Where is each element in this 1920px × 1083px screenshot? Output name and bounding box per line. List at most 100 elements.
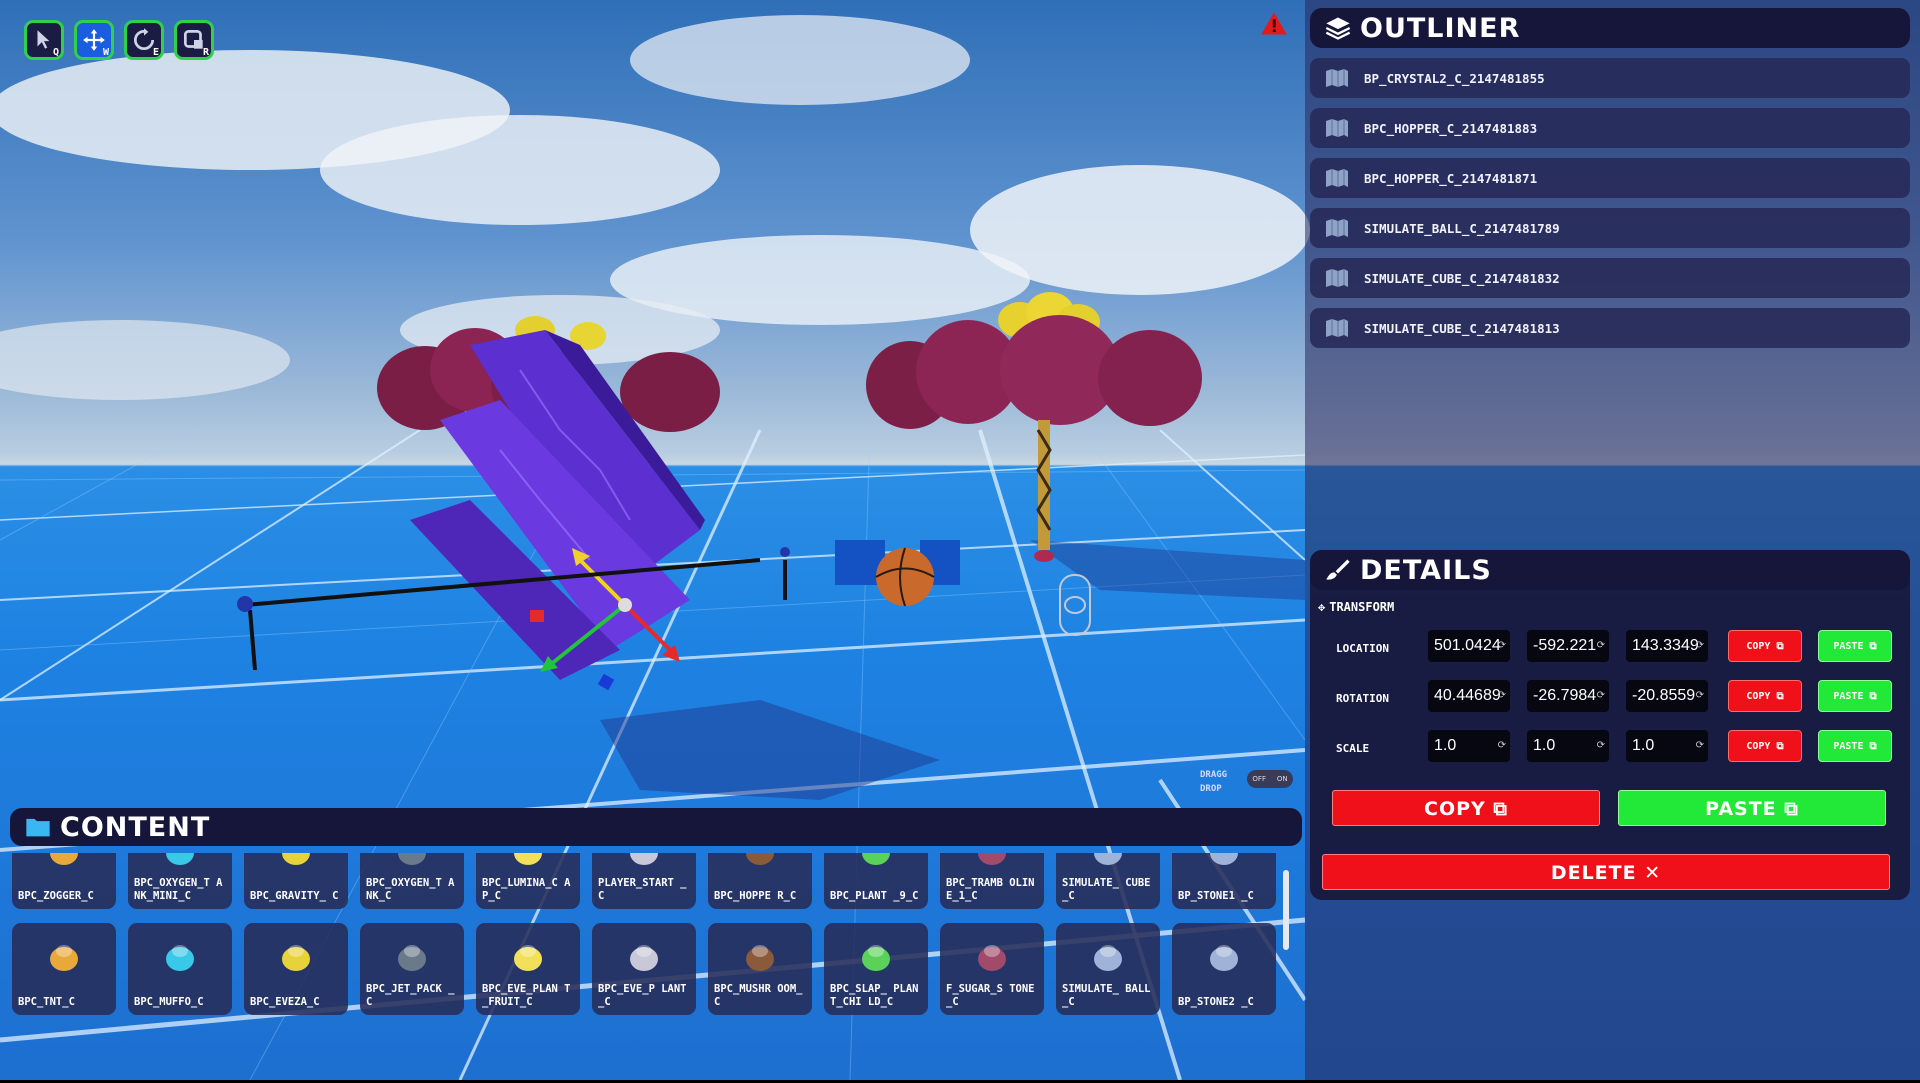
content-tile[interactable]: BPC_MUSHR OOM_C: [708, 923, 812, 1015]
rotation-z-field[interactable]: -20.8559 ⟳: [1626, 680, 1708, 712]
transform-section-label: TRANSFORM: [1329, 600, 1395, 614]
drag-value-icon: ⟳: [1695, 640, 1704, 651]
content-tile-label: BPC_OXYGEN_T ANK_C: [366, 877, 455, 902]
location-z-field[interactable]: 143.3349 ⟳: [1626, 630, 1708, 662]
asset-thumbnail-icon: [854, 933, 898, 977]
paste-transform-button[interactable]: PASTE ⧉: [1618, 790, 1886, 826]
asset-thumbnail-icon: [1086, 933, 1130, 977]
scale-y-field[interactable]: 1.0 ⟳: [1527, 730, 1609, 762]
select-tool-button[interactable]: Q: [24, 20, 64, 60]
player-start-marker[interactable]: [1059, 574, 1091, 636]
field-value: 1.0: [1533, 737, 1556, 754]
content-tile[interactable]: BPC_SLAP_ PLANT_CHI LD_C: [824, 923, 928, 1015]
asset-thumbnail-icon: [1202, 853, 1246, 871]
content-tile[interactable]: BPC_HOPPE R_C: [708, 853, 812, 909]
outliner-item-label: SIMULATE_CUBE_C_2147481813: [1364, 320, 1560, 336]
content-tile[interactable]: BPC_TRAMB OLINE_1_C: [940, 853, 1044, 909]
content-tile[interactable]: BPC_EVE_PLAN T_FRUIT_C: [476, 923, 580, 1015]
content-tile[interactable]: BPC_TNT_C: [12, 923, 116, 1015]
content-tile[interactable]: BPC_EVE_P LANT_C: [592, 923, 696, 1015]
button-label: PASTE: [1833, 641, 1864, 652]
drag-value-icon: ⟳: [1497, 640, 1506, 651]
scale-copy-button[interactable]: COPY ⧉: [1728, 730, 1802, 762]
move-tool-button[interactable]: W: [74, 20, 114, 60]
content-tile[interactable]: F_SUGAR_S TONE_C: [940, 923, 1044, 1015]
rotation-y-field[interactable]: -26.7984 ⟳: [1527, 680, 1609, 712]
outliner-item[interactable]: SIMULATE_BALL_C_2147481789: [1310, 208, 1910, 248]
field-value: -20.8559: [1632, 687, 1696, 704]
simulate-ball[interactable]: [876, 548, 934, 606]
asset-thumbnail-icon: [970, 853, 1014, 871]
content-tile[interactable]: BPC_LUMINA_C AP_C: [476, 853, 580, 909]
content-tile[interactable]: BPC_GRAVITY_ C: [244, 853, 348, 909]
details-header: DETAILS: [1310, 550, 1910, 590]
button-label: PASTE: [1833, 741, 1864, 752]
location-paste-button[interactable]: PASTE ⧉: [1818, 630, 1892, 662]
asset-thumbnail-icon: [42, 853, 86, 871]
outliner-item[interactable]: BPC_HOPPER_C_2147481871: [1310, 158, 1910, 198]
drag-value-icon: ⟳: [1695, 740, 1704, 751]
rotation-x-field[interactable]: 40.44689 ⟳: [1428, 680, 1510, 712]
asset-thumbnail-icon: [854, 853, 898, 871]
asset-thumbnail-icon: [622, 933, 666, 977]
tool-shortcut-key: R: [202, 47, 209, 58]
field-value: 40.44689: [1434, 687, 1501, 704]
location-copy-button[interactable]: COPY ⧉: [1728, 630, 1802, 662]
location-y-field[interactable]: -592.221 ⟳: [1527, 630, 1609, 662]
details-title: DETAILS: [1360, 554, 1492, 586]
rotation-paste-button[interactable]: PASTE ⧉: [1818, 680, 1892, 712]
outliner-header: OUTLINER: [1310, 8, 1910, 48]
rotation-copy-button[interactable]: COPY ⧉: [1728, 680, 1802, 712]
actor-blueprint-icon: [1326, 69, 1348, 87]
content-tile-label: BPC_LUMINA_C AP_C: [482, 877, 571, 902]
copy-transform-button[interactable]: COPY ⧉: [1332, 790, 1600, 826]
content-tile-label: SIMULATE_ CUBE_C: [1062, 877, 1151, 902]
content-tile[interactable]: SIMULATE_ BALL_C: [1056, 923, 1160, 1015]
outliner-item[interactable]: SIMULATE_CUBE_C_2147481832: [1310, 258, 1910, 298]
button-label: COPY: [1746, 641, 1771, 652]
content-tile[interactable]: BP_STONE2 _C: [1172, 923, 1276, 1015]
scale-tool-button[interactable]: R: [174, 20, 214, 60]
scale-z-field[interactable]: 1.0 ⟳: [1626, 730, 1708, 762]
content-tile-label: BPC_MUSHR OOM_C: [714, 983, 803, 1008]
content-tile[interactable]: SIMULATE_ CUBE_C: [1056, 853, 1160, 909]
drag-drop-toggle[interactable]: OFF ON: [1247, 770, 1293, 788]
drag-value-icon: ⟳: [1596, 640, 1605, 651]
content-tile[interactable]: BPC_OXYGEN_T ANK_C: [360, 853, 464, 909]
paste-icon: ⧉: [1784, 798, 1799, 820]
content-tile[interactable]: BPC_OXYGEN_T ANK_MINI_C: [128, 853, 232, 909]
content-tile[interactable]: BPC_ZOGGER_C: [12, 853, 116, 909]
outliner-item-label: BPC_HOPPER_C_2147481871: [1364, 170, 1538, 186]
content-tile-label: BPC_ZOGGER_C: [18, 890, 94, 902]
delete-actor-button[interactable]: DELETE ✕: [1322, 854, 1890, 890]
content-tile[interactable]: BPC_MUFFO_C: [128, 923, 232, 1015]
content-tile[interactable]: PLAYER_START _C: [592, 853, 696, 909]
hopper-plant-right[interactable]: [866, 292, 1202, 562]
asset-thumbnail-icon: [274, 853, 318, 871]
asset-thumbnail-icon: [970, 933, 1014, 977]
content-tile-label: BPC_EVE_PLAN T_FRUIT_C: [482, 983, 571, 1008]
outliner-list: BP_CRYSTAL2_C_2147481855 BPC_HOPPER_C_21…: [1310, 58, 1910, 348]
scale-x-field[interactable]: 1.0 ⟳: [1428, 730, 1510, 762]
drag-value-icon: ⟳: [1596, 740, 1605, 751]
content-tile[interactable]: BP_STONE1 _C: [1172, 853, 1276, 909]
outliner-item[interactable]: SIMULATE_CUBE_C_2147481813: [1310, 308, 1910, 348]
rotate-tool-button[interactable]: E: [124, 20, 164, 60]
content-tile[interactable]: BPC_PLANT _9_C: [824, 853, 928, 909]
content-browser: CONTENT BPC_ZOGGER_C BPC_OXYGEN_T ANK_MIN…: [4, 805, 1302, 1083]
asset-thumbnail-icon: [274, 933, 318, 977]
content-scrollbar[interactable]: [1283, 870, 1289, 950]
outliner-item[interactable]: BPC_HOPPER_C_2147481883: [1310, 108, 1910, 148]
content-tile[interactable]: BPC_JET_PACK _C: [360, 923, 464, 1015]
location-x-field[interactable]: 501.0424 ⟳: [1428, 630, 1510, 662]
warning-icon[interactable]: [1260, 10, 1288, 38]
content-tile[interactable]: BPC_EVEZA_C: [244, 923, 348, 1015]
content-grid: BPC_ZOGGER_C BPC_OXYGEN_T ANK_MINI_C BPC_G…: [12, 853, 1282, 1083]
actor-blueprint-icon: [1326, 219, 1348, 237]
outliner-item[interactable]: BP_CRYSTAL2_C_2147481855: [1310, 58, 1910, 98]
brush-icon: [1326, 559, 1350, 580]
actor-blueprint-icon: [1326, 269, 1348, 287]
field-value: -26.7984: [1533, 687, 1597, 704]
rotation-label: ROTATION: [1336, 692, 1389, 705]
scale-paste-button[interactable]: PASTE ⧉: [1818, 730, 1892, 762]
